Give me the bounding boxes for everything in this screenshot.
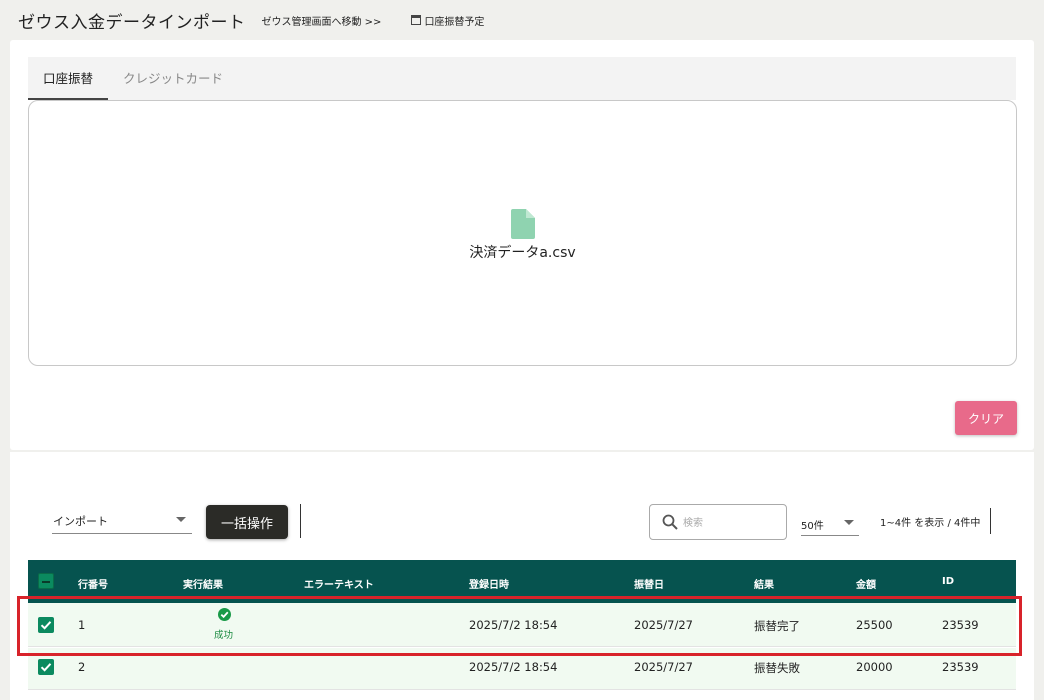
per-page-value: 50件 — [801, 521, 824, 532]
col-result[interactable]: 結果 — [754, 576, 774, 591]
schedule-link-label: 口座振替予定 — [424, 16, 485, 28]
table-row[interactable]: 1 成功 2025/7/2 18:54 2025/7/27 振替完了 25500… — [28, 603, 1016, 647]
select-all-checkbox[interactable] — [38, 573, 54, 589]
cell-registered: 2025/7/2 18:54 — [469, 618, 558, 632]
table-row[interactable]: 2 2025/7/2 18:54 2025/7/27 振替失敗 20000 23… — [28, 648, 1016, 690]
search-input[interactable] — [683, 513, 778, 533]
col-error-text[interactable]: エラーテキスト — [304, 576, 374, 591]
cell-status: 成功 — [214, 630, 234, 641]
cell-amount: 25500 — [856, 618, 893, 632]
cell-transfer-date: 2025/7/27 — [634, 618, 693, 632]
col-status[interactable]: 実行結果 — [183, 576, 223, 591]
cell-id: 23539 — [942, 618, 979, 632]
schedule-link[interactable]: 口座振替予定 — [411, 13, 484, 28]
chevron-down-icon — [844, 520, 854, 525]
import-mode-select[interactable]: インポート — [52, 508, 192, 534]
payment-tabs: 口座振替 クレジットカード — [28, 57, 1016, 100]
col-registered[interactable]: 登録日時 — [469, 576, 509, 591]
cell-result: 振替失敗 — [754, 661, 800, 675]
col-amount[interactable]: 金額 — [856, 576, 876, 591]
col-id[interactable]: ID — [942, 576, 954, 587]
cell-amount: 20000 — [856, 660, 893, 674]
clear-button[interactable]: クリア — [955, 401, 1017, 435]
top-bar: ゼウス入金データインポート ゼウス管理画面へ移動 >> 口座振替予定 — [0, 0, 1044, 40]
cell-transfer-date: 2025/7/27 — [634, 660, 693, 674]
toolbar-divider — [300, 504, 301, 538]
import-table-card: インポート 一括操作 50件 1~4件 を表示 / 4件中 行番号 実行結果 エ… — [10, 452, 1034, 700]
check-icon — [40, 621, 52, 630]
row-checkbox[interactable] — [38, 617, 54, 633]
file-icon — [511, 209, 535, 239]
per-page-select[interactable]: 50件 — [801, 510, 859, 536]
cell-result: 振替完了 — [754, 619, 800, 633]
import-results-table: 行番号 実行結果 エラーテキスト 登録日時 振替日 結果 金額 ID 1 成功 … — [28, 560, 1016, 690]
tab-bank-transfer[interactable]: 口座振替 — [28, 57, 109, 100]
calendar-icon — [411, 15, 422, 25]
cell-id: 23539 — [942, 660, 979, 674]
row-checkbox[interactable] — [38, 659, 54, 675]
table-header: 行番号 実行結果 エラーテキスト 登録日時 振替日 結果 金額 ID — [28, 560, 1016, 603]
cell-registered: 2025/7/2 18:54 — [469, 660, 558, 674]
upload-card: 口座振替 クレジットカード 決済データa.csv クリア — [10, 40, 1034, 450]
cell-row-no: 1 — [78, 618, 86, 632]
check-icon — [40, 663, 52, 672]
import-mode-value: インポート — [53, 515, 108, 528]
pagination-divider — [990, 508, 991, 534]
col-row-no[interactable]: 行番号 — [78, 576, 108, 591]
page-title: ゼウス入金データインポート — [18, 12, 246, 33]
tab-credit-card[interactable]: クレジットカード — [108, 57, 238, 100]
search-icon — [662, 514, 678, 530]
bulk-action-button[interactable]: 一括操作 — [206, 505, 288, 539]
search-box[interactable] — [649, 504, 787, 540]
chevron-down-icon — [176, 517, 186, 522]
file-dropzone[interactable]: 決済データa.csv — [28, 100, 1017, 366]
cell-row-no: 2 — [78, 660, 86, 674]
zeus-admin-link[interactable]: ゼウス管理画面へ移動 >> — [262, 13, 382, 28]
pagination-range: 1~4件 を表示 / 4件中 — [880, 518, 981, 529]
uploaded-file-name: 決済データa.csv — [469, 245, 576, 261]
success-check-icon — [218, 608, 231, 621]
col-transfer-date[interactable]: 振替日 — [634, 576, 664, 591]
